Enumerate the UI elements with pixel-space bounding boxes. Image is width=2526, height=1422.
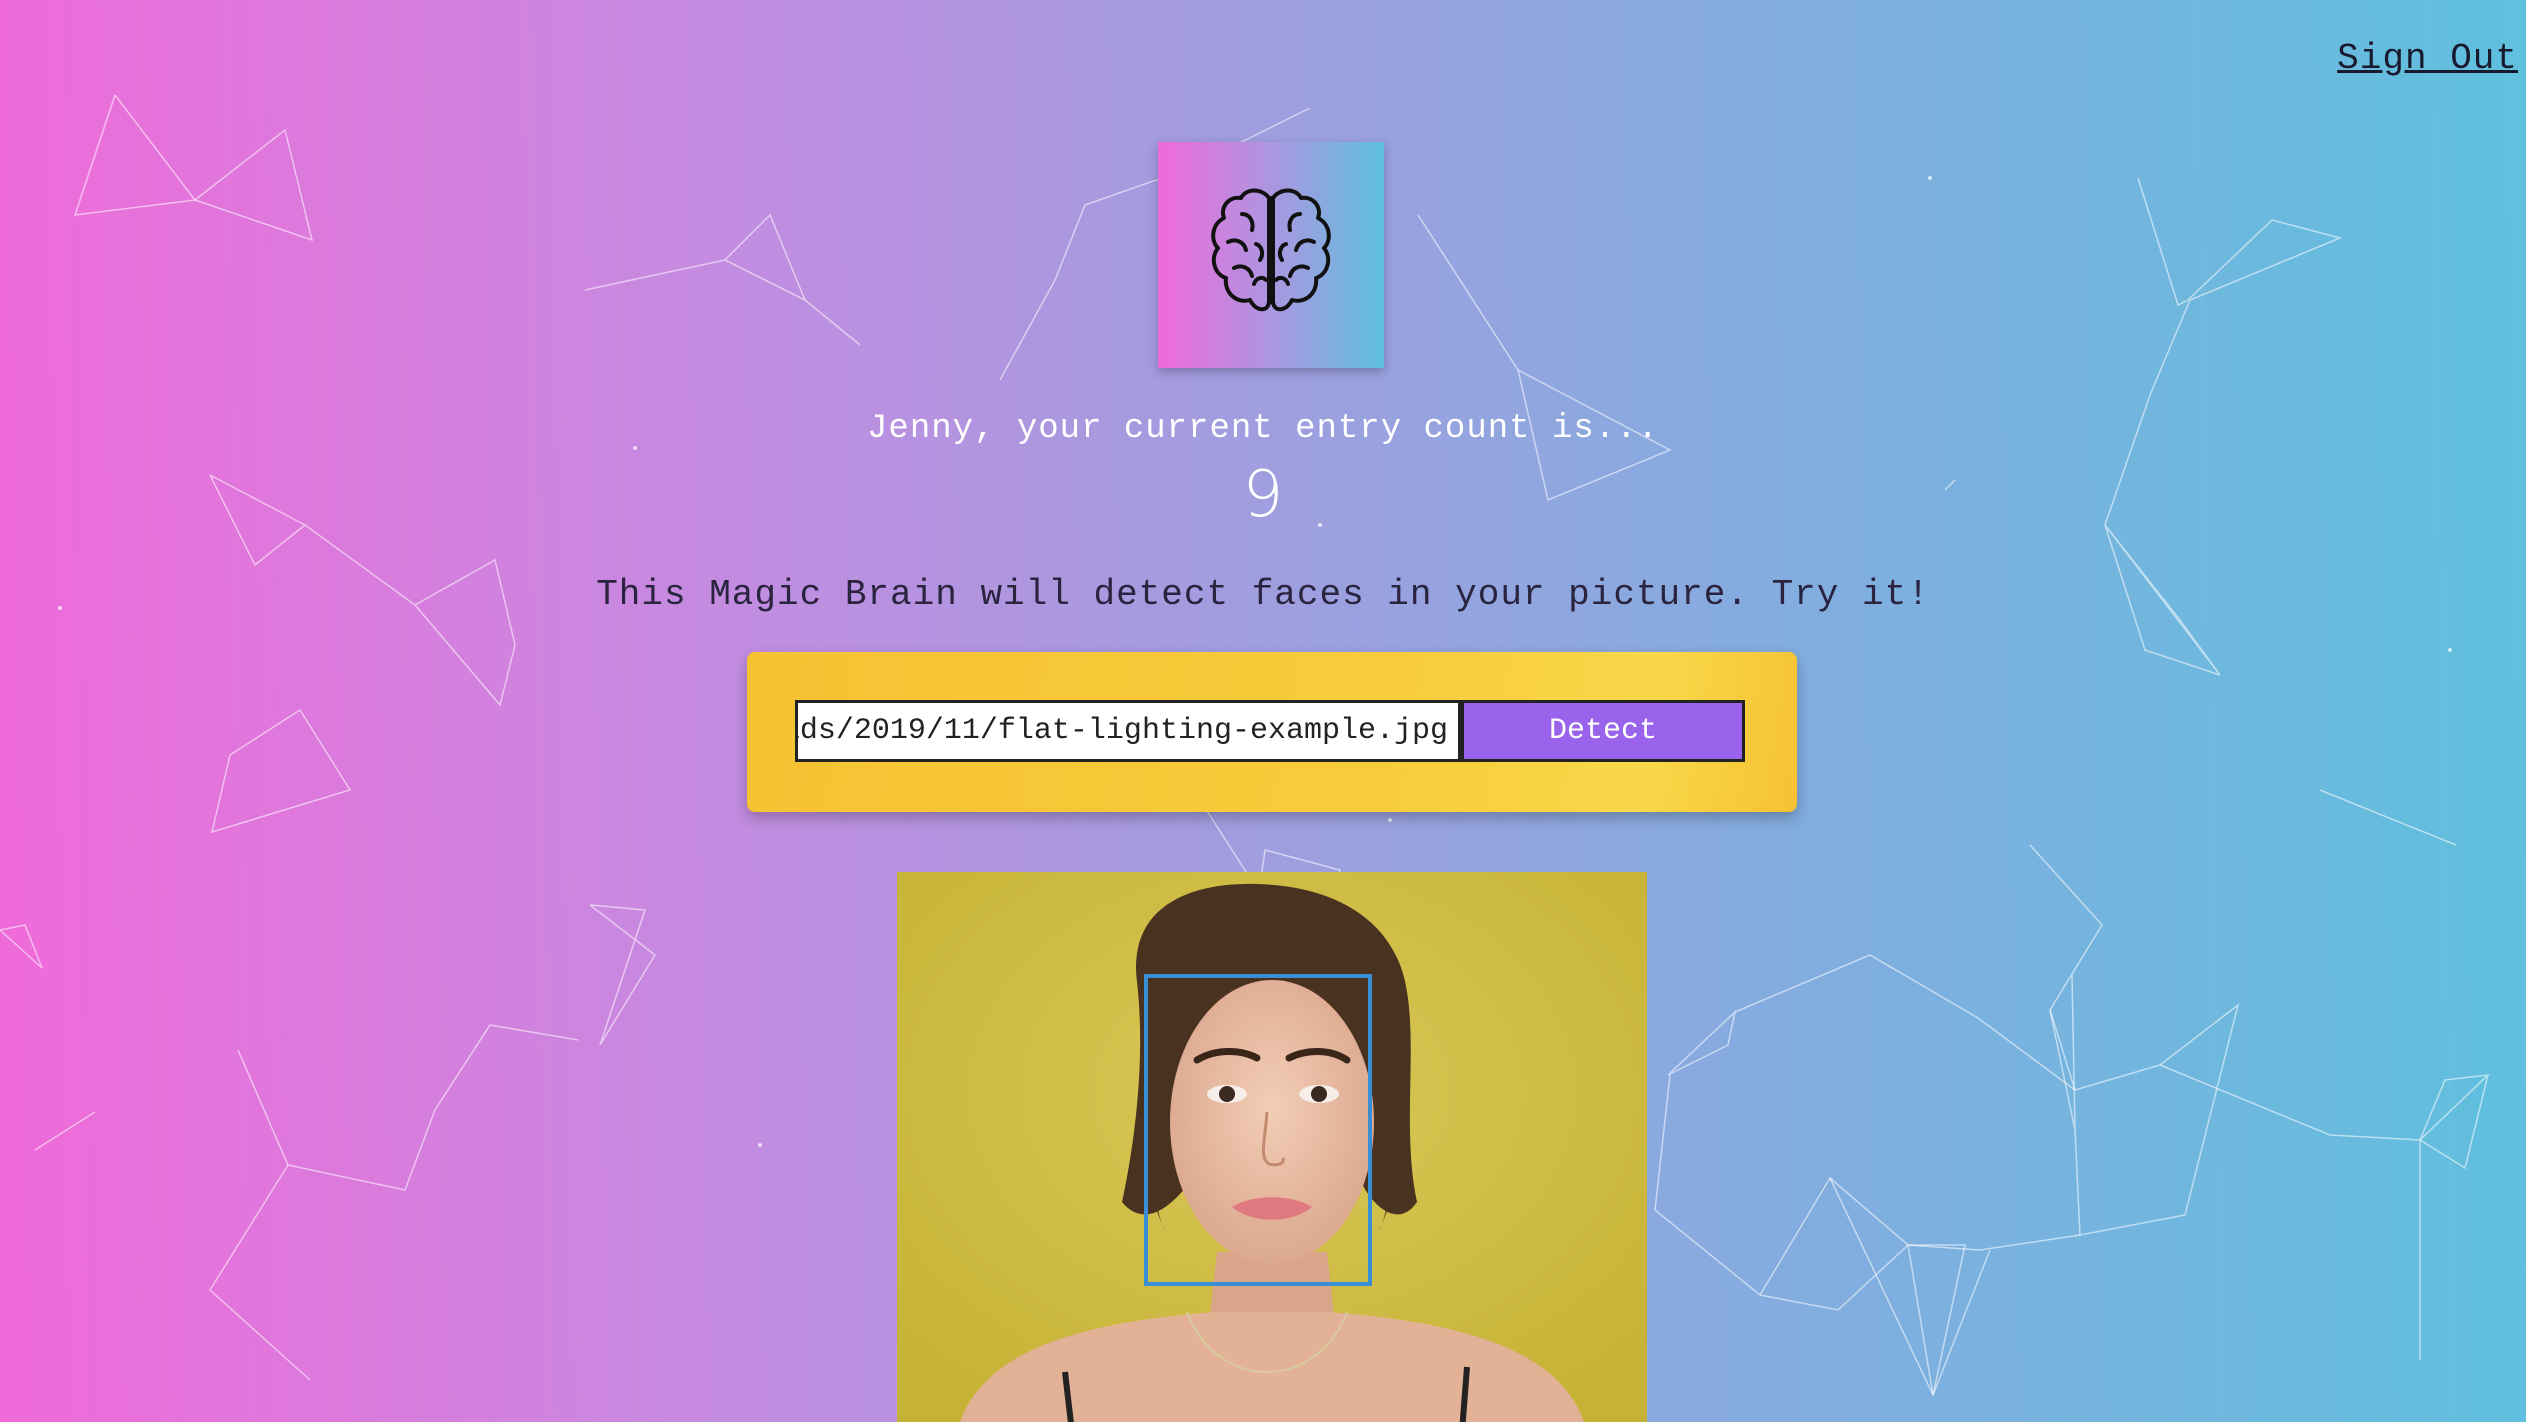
top-nav: Sign Out <box>2337 38 2518 79</box>
detect-button[interactable]: Detect <box>1461 700 1745 762</box>
entry-count-value: 9 <box>1242 458 1284 532</box>
tagline: This Magic Brain will detect faces in yo… <box>596 574 1930 615</box>
image-url-input[interactable]: https://www.studiobinder.com/wp-content/… <box>795 700 1461 762</box>
image-url-value: https://www.studiobinder.com/wp-content/… <box>798 714 1448 748</box>
brain-icon <box>1211 188 1331 312</box>
entry-count-message: Jenny, your current entry count is... <box>867 410 1659 448</box>
image-url-form: https://www.studiobinder.com/wp-content/… <box>747 652 1797 812</box>
logo-card <box>1158 142 1384 368</box>
face-bounding-box <box>1144 974 1372 1286</box>
result-image <box>897 872 1647 1422</box>
sign-out-link[interactable]: Sign Out <box>2337 38 2518 79</box>
